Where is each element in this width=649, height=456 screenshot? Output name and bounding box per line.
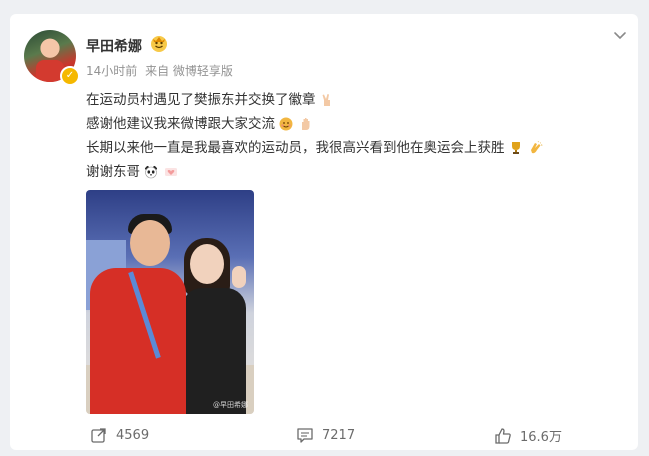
post-time[interactable]: 14小时前: [86, 64, 137, 78]
photo-watermark: @早田希娜: [213, 401, 248, 409]
photo-person-face: [130, 220, 170, 266]
post-photo[interactable]: @早田希娜: [86, 190, 254, 414]
post-content: 在运动员村遇见了樊振东并交换了徽章 感谢他建议我来微博跟大家交流 长期以来他一直…: [86, 88, 616, 184]
post-text-line: 在运动员村遇见了樊振东并交换了徽章: [86, 92, 316, 108]
comment-icon: [297, 428, 313, 443]
photo-person-face: [190, 244, 224, 284]
raised-hand-icon: [302, 118, 310, 130]
post-text-line: 长期以来他一直是我最喜欢的运动员，我很高兴看到他在奥运会上获胜: [86, 140, 505, 156]
clapping-hands-icon: [530, 141, 542, 154]
panda-icon: [144, 165, 158, 179]
comment-button[interactable]: 7217: [296, 426, 355, 444]
post-meta: 14小时前 来自 微博轻享版: [86, 62, 237, 79]
post-source: 来自 微博轻享版: [145, 64, 233, 78]
photo-person-body: [182, 288, 246, 414]
hearts-icon: [165, 168, 177, 176]
repost-icon: [91, 428, 106, 443]
like-count: 16.6万: [520, 430, 562, 445]
weibo-post-card: ✓ 早田希娜 14小时前 来自 微博轻享版 在运动员村遇见了樊振东并交换了徽章 …: [10, 14, 638, 450]
repost-button[interactable]: 4569: [90, 426, 149, 444]
repost-count: 4569: [116, 427, 150, 443]
chevron-down-icon[interactable]: [612, 27, 628, 43]
victory-hand-icon: [322, 94, 330, 106]
post-text-line: 谢谢东哥: [86, 164, 140, 180]
thumbs-up-icon: [495, 427, 511, 444]
post-line-1: 在运动员村遇见了樊振东并交换了徽章: [86, 88, 616, 112]
fan-badge-icon[interactable]: [150, 35, 168, 53]
post-text-line: 感谢他建议我来微博跟大家交流: [86, 116, 275, 132]
comment-count: 7217: [322, 427, 356, 443]
post-line-4: 谢谢东哥: [86, 160, 616, 184]
verified-badge-icon: ✓: [60, 66, 80, 86]
smiling-face-icon: [279, 117, 293, 131]
author-name[interactable]: 早田希娜: [86, 36, 142, 56]
post-line-3: 长期以来他一直是我最喜欢的运动员，我很高兴看到他在奥运会上获胜: [86, 136, 616, 160]
post-line-2: 感谢他建议我来微博跟大家交流: [86, 112, 616, 136]
photo-person-hand: [232, 266, 246, 288]
trophy-icon: [511, 142, 520, 154]
post-actions-bar: 4569 7217 16.6万: [10, 422, 638, 450]
like-button[interactable]: 16.6万: [494, 426, 562, 445]
